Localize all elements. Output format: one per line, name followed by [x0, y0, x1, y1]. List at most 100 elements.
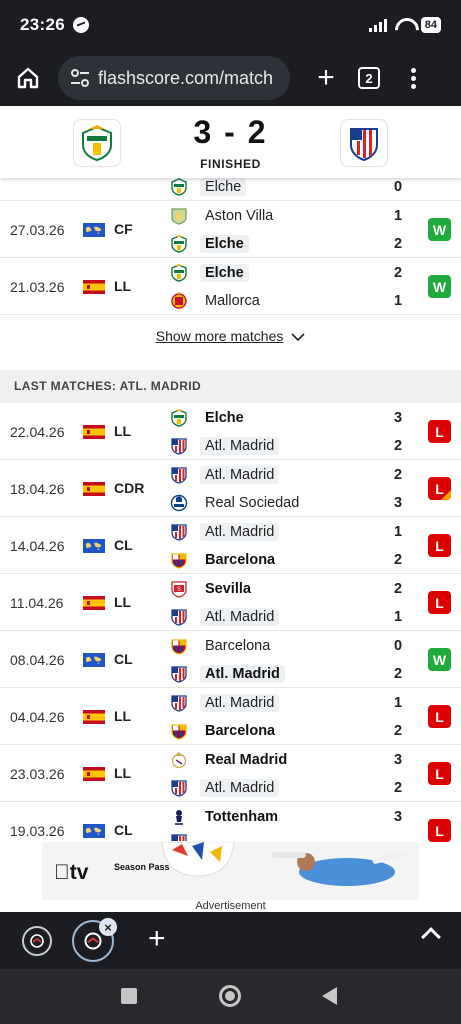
match-row[interactable]: 11.04.26 LL S Sevilla Atl. Madrid 2 1 L	[0, 574, 461, 631]
away-team-logo[interactable]	[340, 119, 388, 167]
team-2-name: Elche	[200, 235, 249, 253]
match-date: 08.04.26	[10, 652, 65, 668]
back-button[interactable]	[322, 987, 337, 1005]
match-row[interactable]: 23.03.26 LL Real Madrid Atl. Madrid 3 2 L	[0, 745, 461, 802]
team-1-name: Tottenham	[205, 809, 279, 825]
home-nav-button[interactable]	[219, 985, 241, 1007]
match-score-header: 3 - 2 FINISHED	[0, 106, 461, 178]
match-row[interactable]: 22.04.26 LL Elche Atl. Madrid 3 2 L	[0, 403, 461, 460]
team-2: Barcelona	[170, 719, 400, 743]
team-2-name: Mallorca	[205, 293, 260, 309]
team-1-name: Elche	[200, 264, 249, 282]
partial-team: Elche	[170, 178, 400, 199]
chevron-up-icon[interactable]	[421, 927, 441, 947]
match-date: 11.04.26	[10, 595, 64, 611]
elche-crest-icon	[171, 409, 187, 427]
atletico-crest-icon	[171, 524, 187, 541]
partial-team-name: Elche	[200, 178, 247, 196]
match-row[interactable]: 18.04.26 CDR Atl. Madrid Real Sociedad 2 3 L	[0, 460, 461, 517]
tab-switcher-button[interactable]: 2	[358, 67, 380, 89]
spain-flag-icon	[83, 710, 105, 724]
android-nav-bar	[0, 969, 461, 1024]
add-tab-button[interactable]: +	[148, 922, 166, 956]
team-1-score: 3	[393, 809, 403, 825]
team-2-score: 1	[393, 609, 403, 625]
match-row[interactable]: 21.03.26 LL Elche Mallorca 2 1 W	[0, 258, 461, 315]
tab-1[interactable]	[22, 926, 52, 956]
team-2-score: 2	[393, 666, 403, 682]
team-1: S Sevilla	[170, 577, 400, 601]
partial-match-row[interactable]: Elche 0	[0, 178, 461, 201]
real-madrid-crest-icon	[171, 752, 187, 769]
competition-code: LL	[114, 423, 132, 439]
flashscore-tab-icon	[84, 932, 102, 950]
result-badge: L	[428, 477, 451, 500]
result-badge: W	[428, 275, 451, 298]
team-1-score: 3	[393, 752, 403, 768]
competition-code: LL	[114, 765, 132, 781]
result-badge: L	[428, 420, 451, 443]
barcelona-crest-icon	[171, 724, 187, 740]
result-badge: L	[428, 705, 451, 728]
team-2-score: 2	[393, 438, 403, 454]
real-sociedad-crest-icon	[170, 494, 188, 512]
match-row[interactable]: 19.03.26 CL Tottenham 3 L	[0, 802, 461, 842]
match-date: 23.03.26	[10, 766, 65, 782]
team-1: Atl. Madrid	[170, 520, 400, 544]
team-2-score: 2	[393, 236, 403, 252]
match-score: 3 - 2	[193, 114, 268, 150]
team-1-score: 0	[393, 638, 403, 654]
spain-flag-icon	[83, 280, 105, 294]
team-1-score: 1	[393, 208, 403, 224]
address-bar[interactable]: flashscore.com/match	[58, 56, 290, 100]
partial-team-score: 0	[393, 179, 403, 195]
more-menu-button[interactable]	[408, 67, 418, 89]
team-2-name	[200, 833, 210, 835]
team-2-name: Real Sociedad	[205, 495, 300, 511]
team-1: Elche	[170, 261, 400, 285]
atletico-crest-icon	[350, 128, 378, 161]
match-date: 19.03.26	[10, 823, 65, 839]
show-more-matches-button[interactable]: Show more matches	[0, 328, 461, 344]
competition-code: CL	[114, 651, 133, 667]
team-2-name: Barcelona	[205, 552, 276, 568]
messenger-icon	[72, 17, 89, 33]
competition-code: LL	[114, 278, 132, 294]
svg-text:S: S	[177, 587, 181, 593]
team-2-score: 1	[393, 293, 403, 309]
home-button[interactable]	[10, 60, 46, 96]
recents-button[interactable]	[121, 988, 137, 1004]
team-1-name: Atl. Madrid	[200, 694, 280, 712]
team-1-name: Barcelona	[205, 638, 271, 654]
team-1-score: 1	[393, 695, 403, 711]
world-flag-icon	[83, 223, 105, 237]
match-date: 14.04.26	[10, 538, 65, 554]
match-row[interactable]: 14.04.26 CL Atl. Madrid Barcelona 1 2 L	[0, 517, 461, 574]
mallorca-crest-icon	[171, 292, 187, 309]
browser-toolbar: flashscore.com/match + 2	[0, 50, 461, 106]
team-2: Barcelona	[170, 548, 400, 572]
advertisement-banner[interactable]: tv Season Pass	[42, 842, 419, 900]
team-2	[170, 833, 400, 841]
team-1-name: Real Madrid	[205, 752, 288, 768]
team-1: Atl. Madrid	[170, 463, 400, 487]
new-tab-button[interactable]: +	[308, 60, 344, 96]
close-tab-icon[interactable]: ×	[99, 918, 117, 936]
ad-artwork	[161, 842, 408, 886]
team-1-score: 2	[393, 467, 403, 483]
match-row[interactable]: 08.04.26 CL Barcelona Atl. Madrid 0 2 W	[0, 631, 461, 688]
spain-flag-icon	[83, 482, 105, 496]
sevilla-crest-icon: S	[171, 581, 187, 598]
team-1: Tottenham	[170, 805, 400, 829]
site-settings-icon[interactable]	[70, 69, 90, 87]
team-2-name: Atl. Madrid	[200, 608, 280, 626]
result-badge: W	[428, 648, 451, 671]
team-1-name: Aston Villa	[205, 208, 274, 224]
url-text: flashscore.com/match	[98, 67, 274, 88]
result-badge: L	[428, 534, 451, 557]
screen: 23:26 84 flashscore.com/match + 2 3 - 2 …	[0, 0, 461, 1024]
browser-tab-strip: × +	[0, 912, 461, 969]
team-1: Real Madrid	[170, 748, 400, 772]
match-row[interactable]: 27.03.26 CF Aston Villa Elche 1 2 W	[0, 201, 461, 258]
match-row[interactable]: 04.04.26 LL Atl. Madrid Barcelona 1 2 L	[0, 688, 461, 745]
